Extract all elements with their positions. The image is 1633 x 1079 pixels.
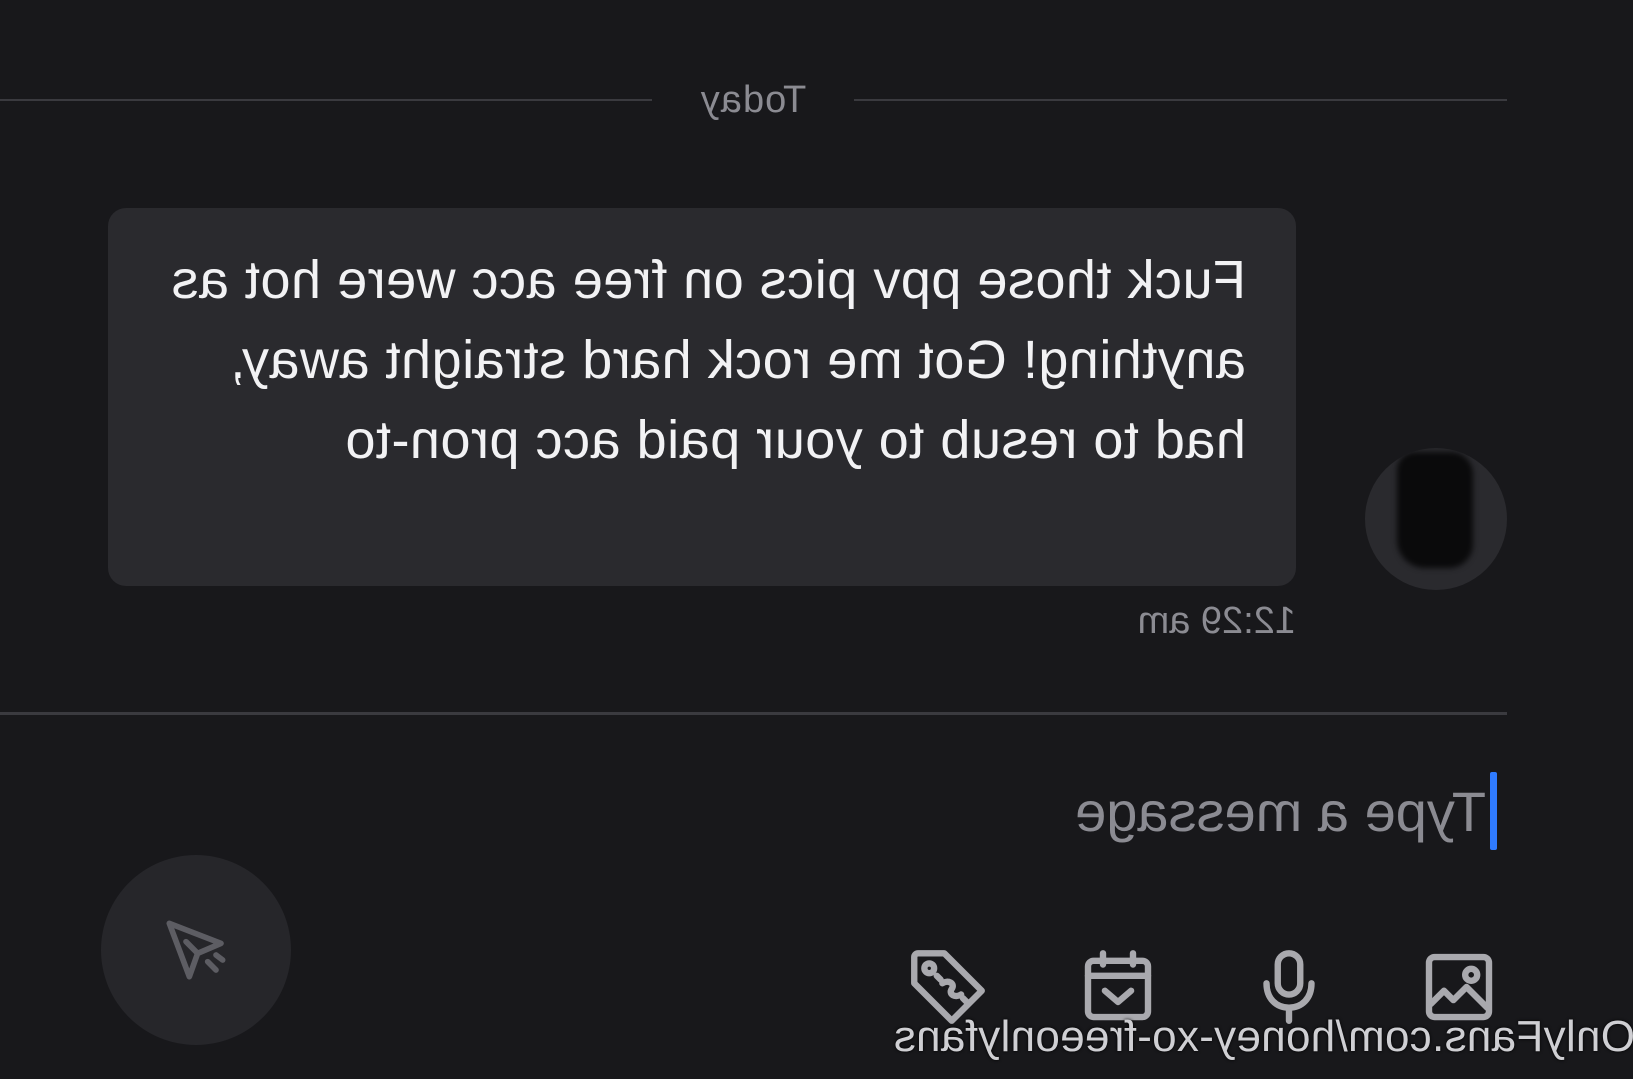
- avatar-image-redacted: [1397, 452, 1473, 568]
- divider-line-left: [854, 99, 1507, 101]
- text-caret: [1490, 772, 1497, 850]
- send-button[interactable]: [101, 855, 291, 1045]
- message-input[interactable]: [966, 778, 1486, 844]
- composer-divider: [0, 712, 1507, 715]
- message-text: Fuck those ppv pics on free acc were hot…: [170, 250, 1246, 470]
- watermark-text: OnlyFans.com/honey-xo-freeonlyfans: [893, 1012, 1633, 1061]
- send-icon: [166, 920, 226, 980]
- avatar[interactable]: [1365, 448, 1507, 590]
- chat-screen: Today Fuck those ppv pics on free acc we…: [0, 0, 1633, 1079]
- message-timestamp: 12:29 am: [1137, 600, 1296, 642]
- date-divider-label: Today: [699, 78, 807, 121]
- divider-line-right: [0, 99, 652, 101]
- date-divider: Today: [0, 78, 1507, 122]
- watermark: OnlyFans.com/honey-xo-freeonlyfans: [797, 1012, 1633, 1062]
- message-bubble[interactable]: Fuck those ppv pics on free acc were hot…: [108, 208, 1296, 586]
- message-input-container[interactable]: [937, 772, 1497, 850]
